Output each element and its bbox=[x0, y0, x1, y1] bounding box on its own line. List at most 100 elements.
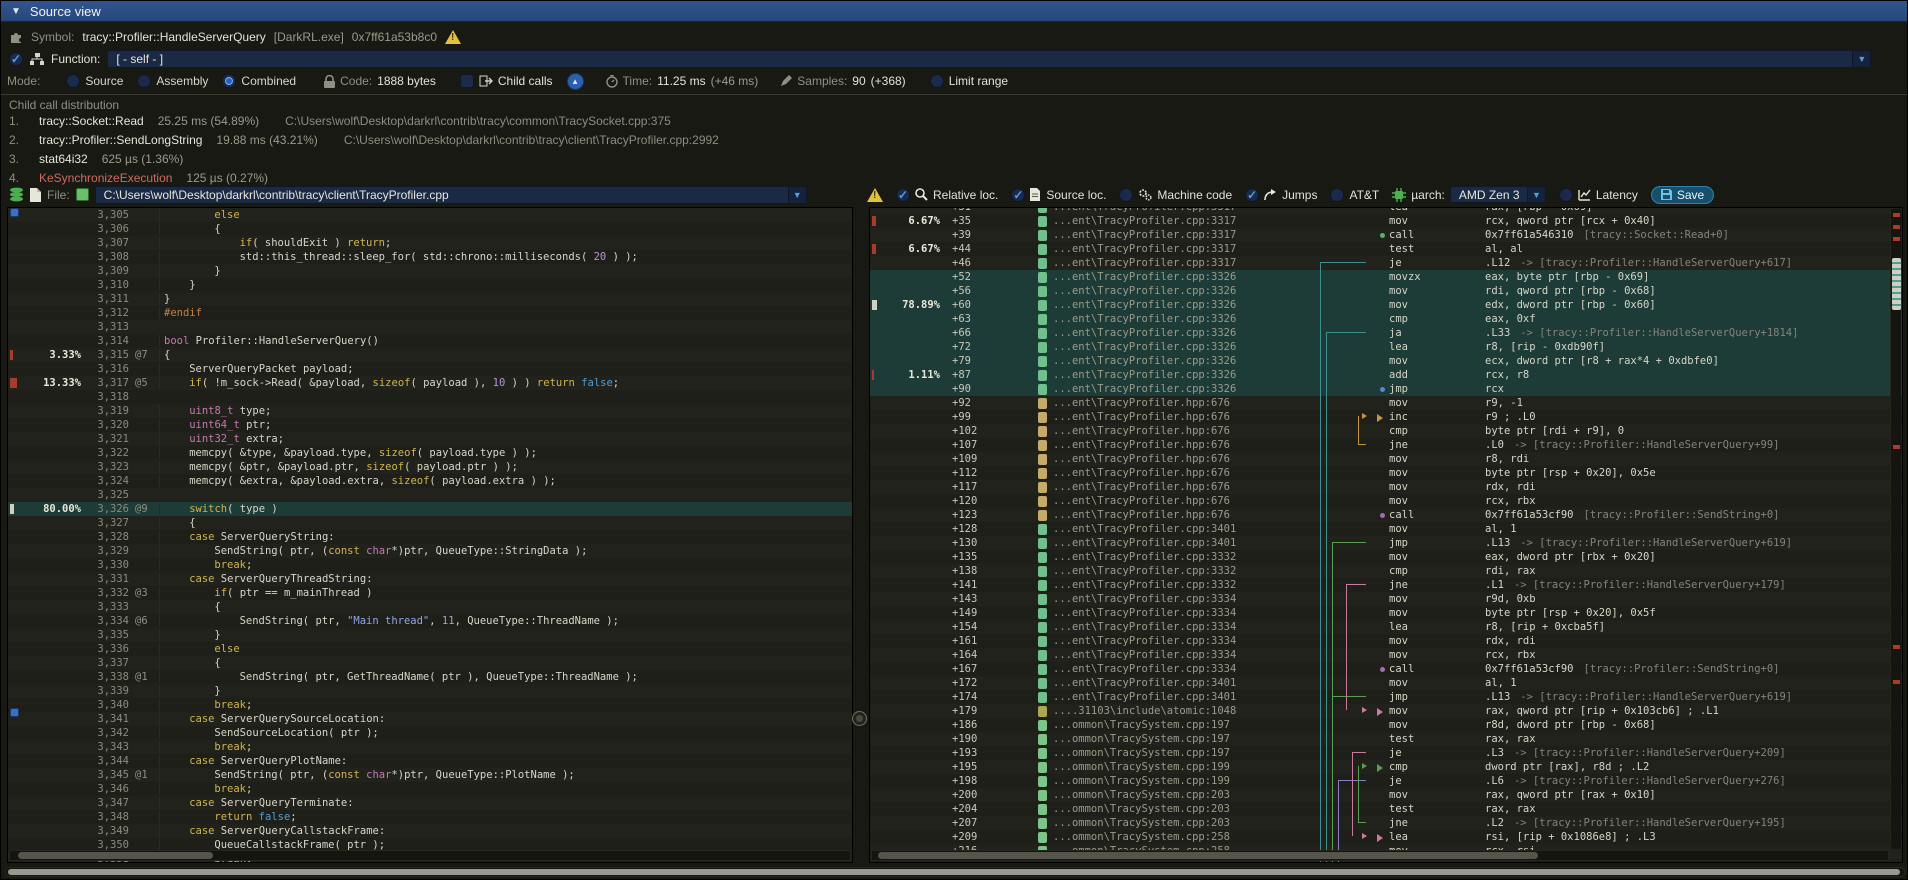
assembly-row[interactable]: +72...ent\TracyProfiler.cpp:3326lear8, [… bbox=[870, 340, 1902, 354]
assembly-row[interactable]: +99...ent\TracyProfiler.hpp:676incr9 ; .… bbox=[870, 410, 1902, 424]
jumps-checkbox[interactable] bbox=[1245, 188, 1259, 202]
source-line[interactable]: 3,334@6SendString( ptr, "Main thread", 1… bbox=[8, 614, 852, 628]
assembly-row[interactable]: +130...ent\TracyProfiler.cpp:3401jmp.L13… bbox=[870, 536, 1902, 550]
source-line[interactable]: 3,312#endif bbox=[8, 306, 852, 320]
source-line[interactable]: 3,311} bbox=[8, 292, 852, 306]
source-sync-marker-top[interactable] bbox=[10, 208, 19, 217]
source-line[interactable]: 3,331case ServerQueryThreadString: bbox=[8, 572, 852, 586]
assembly-row[interactable]: 78.89%+60...ent\TracyProfiler.cpp:3326mo… bbox=[870, 298, 1902, 312]
source-line[interactable]: 3,346break; bbox=[8, 782, 852, 796]
source-line[interactable]: 3,333{ bbox=[8, 600, 852, 614]
child-call-row[interactable]: 1.tracy::Socket::Read25.25 ms (54.89%)C:… bbox=[9, 111, 1908, 130]
uarch-select[interactable]: AMD Zen 3 ▼ bbox=[1450, 186, 1546, 203]
file-select[interactable]: C:\Users\wolf\Desktop\darkrl\contrib\tra… bbox=[95, 186, 807, 204]
assembly-row[interactable]: +66...ent\TracyProfiler.cpp:3326ja.L33->… bbox=[870, 326, 1902, 340]
collapse-icon[interactable]: ▼ bbox=[11, 6, 21, 17]
source-line[interactable]: 3,336else bbox=[8, 642, 852, 656]
source-line[interactable]: 3,345@1SendString( ptr, (const char*)ptr… bbox=[8, 768, 852, 782]
assembly-row[interactable]: +149...ent\TracyProfiler.cpp:3334movbyte… bbox=[870, 606, 1902, 620]
source-line[interactable]: 3,327{ bbox=[8, 516, 852, 530]
assembly-row[interactable]: +198...ommon\TracySystem.cpp:199je.L6-> … bbox=[870, 774, 1902, 788]
assembly-radio[interactable] bbox=[137, 74, 151, 88]
assembly-row[interactable]: +167...ent\TracyProfiler.cpp:3334call0x7… bbox=[870, 662, 1902, 676]
pane-splitter-knob[interactable] bbox=[852, 711, 867, 726]
source-sync-marker-bottom[interactable] bbox=[10, 708, 19, 717]
source-line[interactable]: 3,335} bbox=[8, 628, 852, 642]
source-line[interactable]: 3,320uint64_t ptr; bbox=[8, 418, 852, 432]
mode-option-combined[interactable]: Combined bbox=[222, 74, 296, 88]
relative-loc-checkbox[interactable] bbox=[896, 188, 910, 202]
source-line[interactable]: 3,337{ bbox=[8, 656, 852, 670]
relative-loc-toggle[interactable]: Relative loc. bbox=[896, 188, 998, 202]
child-calls-toggle[interactable]: Child calls bbox=[460, 74, 553, 88]
window-titlebar[interactable]: ▼ Source view bbox=[1, 1, 1908, 22]
assembly-row[interactable]: +161...ent\TracyProfiler.cpp:3334movrdx,… bbox=[870, 634, 1902, 648]
assembly-row[interactable]: +102...ent\TracyProfiler.hpp:676cmpbyte … bbox=[870, 424, 1902, 438]
source-line[interactable]: 3,329SendString( ptr, (const char*)ptr, … bbox=[8, 544, 852, 558]
assembly-row[interactable]: +52...ent\TracyProfiler.cpp:3326movzxeax… bbox=[870, 270, 1902, 284]
assembly-row[interactable]: +172...ent\TracyProfiler.cpp:3401moval, … bbox=[870, 676, 1902, 690]
assembly-row[interactable]: +143...ent\TracyProfiler.cpp:3334movr9d,… bbox=[870, 592, 1902, 606]
source-line[interactable]: 3.33%3,315@7{ bbox=[8, 348, 852, 362]
machine-code-checkbox[interactable] bbox=[1119, 188, 1133, 202]
assembly-row[interactable]: +135...ent\TracyProfiler.cpp:3332moveax,… bbox=[870, 550, 1902, 564]
chevron-down-icon[interactable]: ▼ bbox=[1527, 187, 1545, 202]
function-select[interactable]: [ - self - ] ▼ bbox=[107, 50, 1871, 68]
source-line[interactable]: 3,316ServerQueryPacket payload; bbox=[8, 362, 852, 376]
assembly-row[interactable]: +79...ent\TracyProfiler.cpp:3326movecx, … bbox=[870, 354, 1902, 368]
source-line[interactable]: 3,328case ServerQueryString: bbox=[8, 530, 852, 544]
source-line[interactable]: 3,314bool Profiler::HandleServerQuery() bbox=[8, 334, 852, 348]
child-call-row[interactable]: 2.tracy::Profiler::SendLongString19.88 m… bbox=[9, 130, 1908, 149]
machine-code-toggle[interactable]: Machine code bbox=[1119, 188, 1232, 202]
assembly-row[interactable]: +109...ent\TracyProfiler.hpp:676movr8, r… bbox=[870, 452, 1902, 466]
source-loc-toggle[interactable]: Source loc. bbox=[1011, 188, 1106, 202]
source-line[interactable]: 3,347case ServerQueryTerminate: bbox=[8, 796, 852, 810]
source-line[interactable]: 3,342SendSourceLocation( ptr ); bbox=[8, 726, 852, 740]
source-line[interactable]: 3,348return false; bbox=[8, 810, 852, 824]
source-line[interactable]: 3,340break; bbox=[8, 698, 852, 712]
assembly-row[interactable]: +117...ent\TracyProfiler.hpp:676movrdx, … bbox=[870, 480, 1902, 494]
source-line[interactable]: 3,305else bbox=[8, 208, 852, 222]
source-line[interactable]: 3,344case ServerQueryPlotName: bbox=[8, 754, 852, 768]
assembly-row[interactable]: +107...ent\TracyProfiler.hpp:676jne.L0->… bbox=[870, 438, 1902, 452]
save-button[interactable]: Save bbox=[1651, 186, 1714, 204]
mode-option-assembly[interactable]: Assembly bbox=[137, 74, 208, 88]
source-line[interactable]: 3,332@3if( ptr == m_mainThread ) bbox=[8, 586, 852, 600]
assembly-row[interactable]: +179....31103\include\atomic:1048movrax,… bbox=[870, 704, 1902, 718]
source-line[interactable]: 3,319uint8_t type; bbox=[8, 404, 852, 418]
limit-range-toggle[interactable]: Limit range bbox=[930, 74, 1008, 88]
latency-toggle[interactable]: Latency bbox=[1559, 188, 1638, 202]
assembly-row[interactable]: +200...ommon\TracySystem.cpp:203movrax, … bbox=[870, 788, 1902, 802]
assembly-row[interactable]: +141...ent\TracyProfiler.cpp:3332jne.L1-… bbox=[870, 578, 1902, 592]
source-line[interactable]: 3,313 bbox=[8, 320, 852, 334]
assembly-row[interactable]: +195...ommon\TracySystem.cpp:199cmpdword… bbox=[870, 760, 1902, 774]
jumps-toggle[interactable]: Jumps bbox=[1245, 188, 1317, 202]
combined-radio[interactable] bbox=[222, 74, 236, 88]
source-line[interactable]: 3,321uint32_t extra; bbox=[8, 432, 852, 446]
assembly-row[interactable]: +209...ommon\TracySystem.cpp:258learsi, … bbox=[870, 830, 1902, 844]
assembly-row[interactable]: +123...ent\TracyProfiler.hpp:676call0x7f… bbox=[870, 508, 1902, 522]
source-hscrollbar[interactable] bbox=[9, 850, 851, 861]
assembly-row[interactable]: +56...ent\TracyProfiler.cpp:3326movrdi, … bbox=[870, 284, 1902, 298]
assembly-row[interactable]: +92...ent\TracyProfiler.hpp:676movr9, -1 bbox=[870, 396, 1902, 410]
assembly-hscrollbar[interactable] bbox=[871, 850, 1889, 861]
assembly-row[interactable]: +31...ent\TracyProfiler.cpp:3317learax, … bbox=[870, 207, 1902, 214]
chevron-down-icon[interactable]: ▼ bbox=[788, 187, 806, 203]
assembly-row[interactable]: +128...ent\TracyProfiler.cpp:3401moval, … bbox=[870, 522, 1902, 536]
assembly-row[interactable]: +174...ent\TracyProfiler.cpp:3401jmp.L13… bbox=[870, 690, 1902, 704]
assembly-row[interactable]: +207...ommon\TracySystem.cpp:203jne.L2->… bbox=[870, 816, 1902, 830]
source-line[interactable]: 3,306{ bbox=[8, 222, 852, 236]
assembly-row[interactable]: +186...ommon\TracySystem.cpp:197movr8d, … bbox=[870, 718, 1902, 732]
att-checkbox[interactable] bbox=[1330, 188, 1344, 202]
source-line[interactable]: 3,341case ServerQuerySourceLocation: bbox=[8, 712, 852, 726]
assembly-row[interactable]: 6.67%+35...ent\TracyProfiler.cpp:3317mov… bbox=[870, 214, 1902, 228]
assembly-row[interactable]: +204...ommon\TracySystem.cpp:203testrax,… bbox=[870, 802, 1902, 816]
assembly-row[interactable]: +164...ent\TracyProfiler.cpp:3334movrcx,… bbox=[870, 648, 1902, 662]
window-hscrollbar[interactable] bbox=[5, 867, 1905, 877]
source-line[interactable]: 3,339} bbox=[8, 684, 852, 698]
source-hscrollbar-thumb[interactable] bbox=[18, 852, 213, 859]
assembly-row[interactable]: 6.67%+44...ent\TracyProfiler.cpp:3317tes… bbox=[870, 242, 1902, 256]
source-line[interactable]: 3,330break; bbox=[8, 558, 852, 572]
source-line[interactable]: 3,343break; bbox=[8, 740, 852, 754]
assembly-row[interactable]: +46...ent\TracyProfiler.cpp:3317je.L12->… bbox=[870, 256, 1902, 270]
